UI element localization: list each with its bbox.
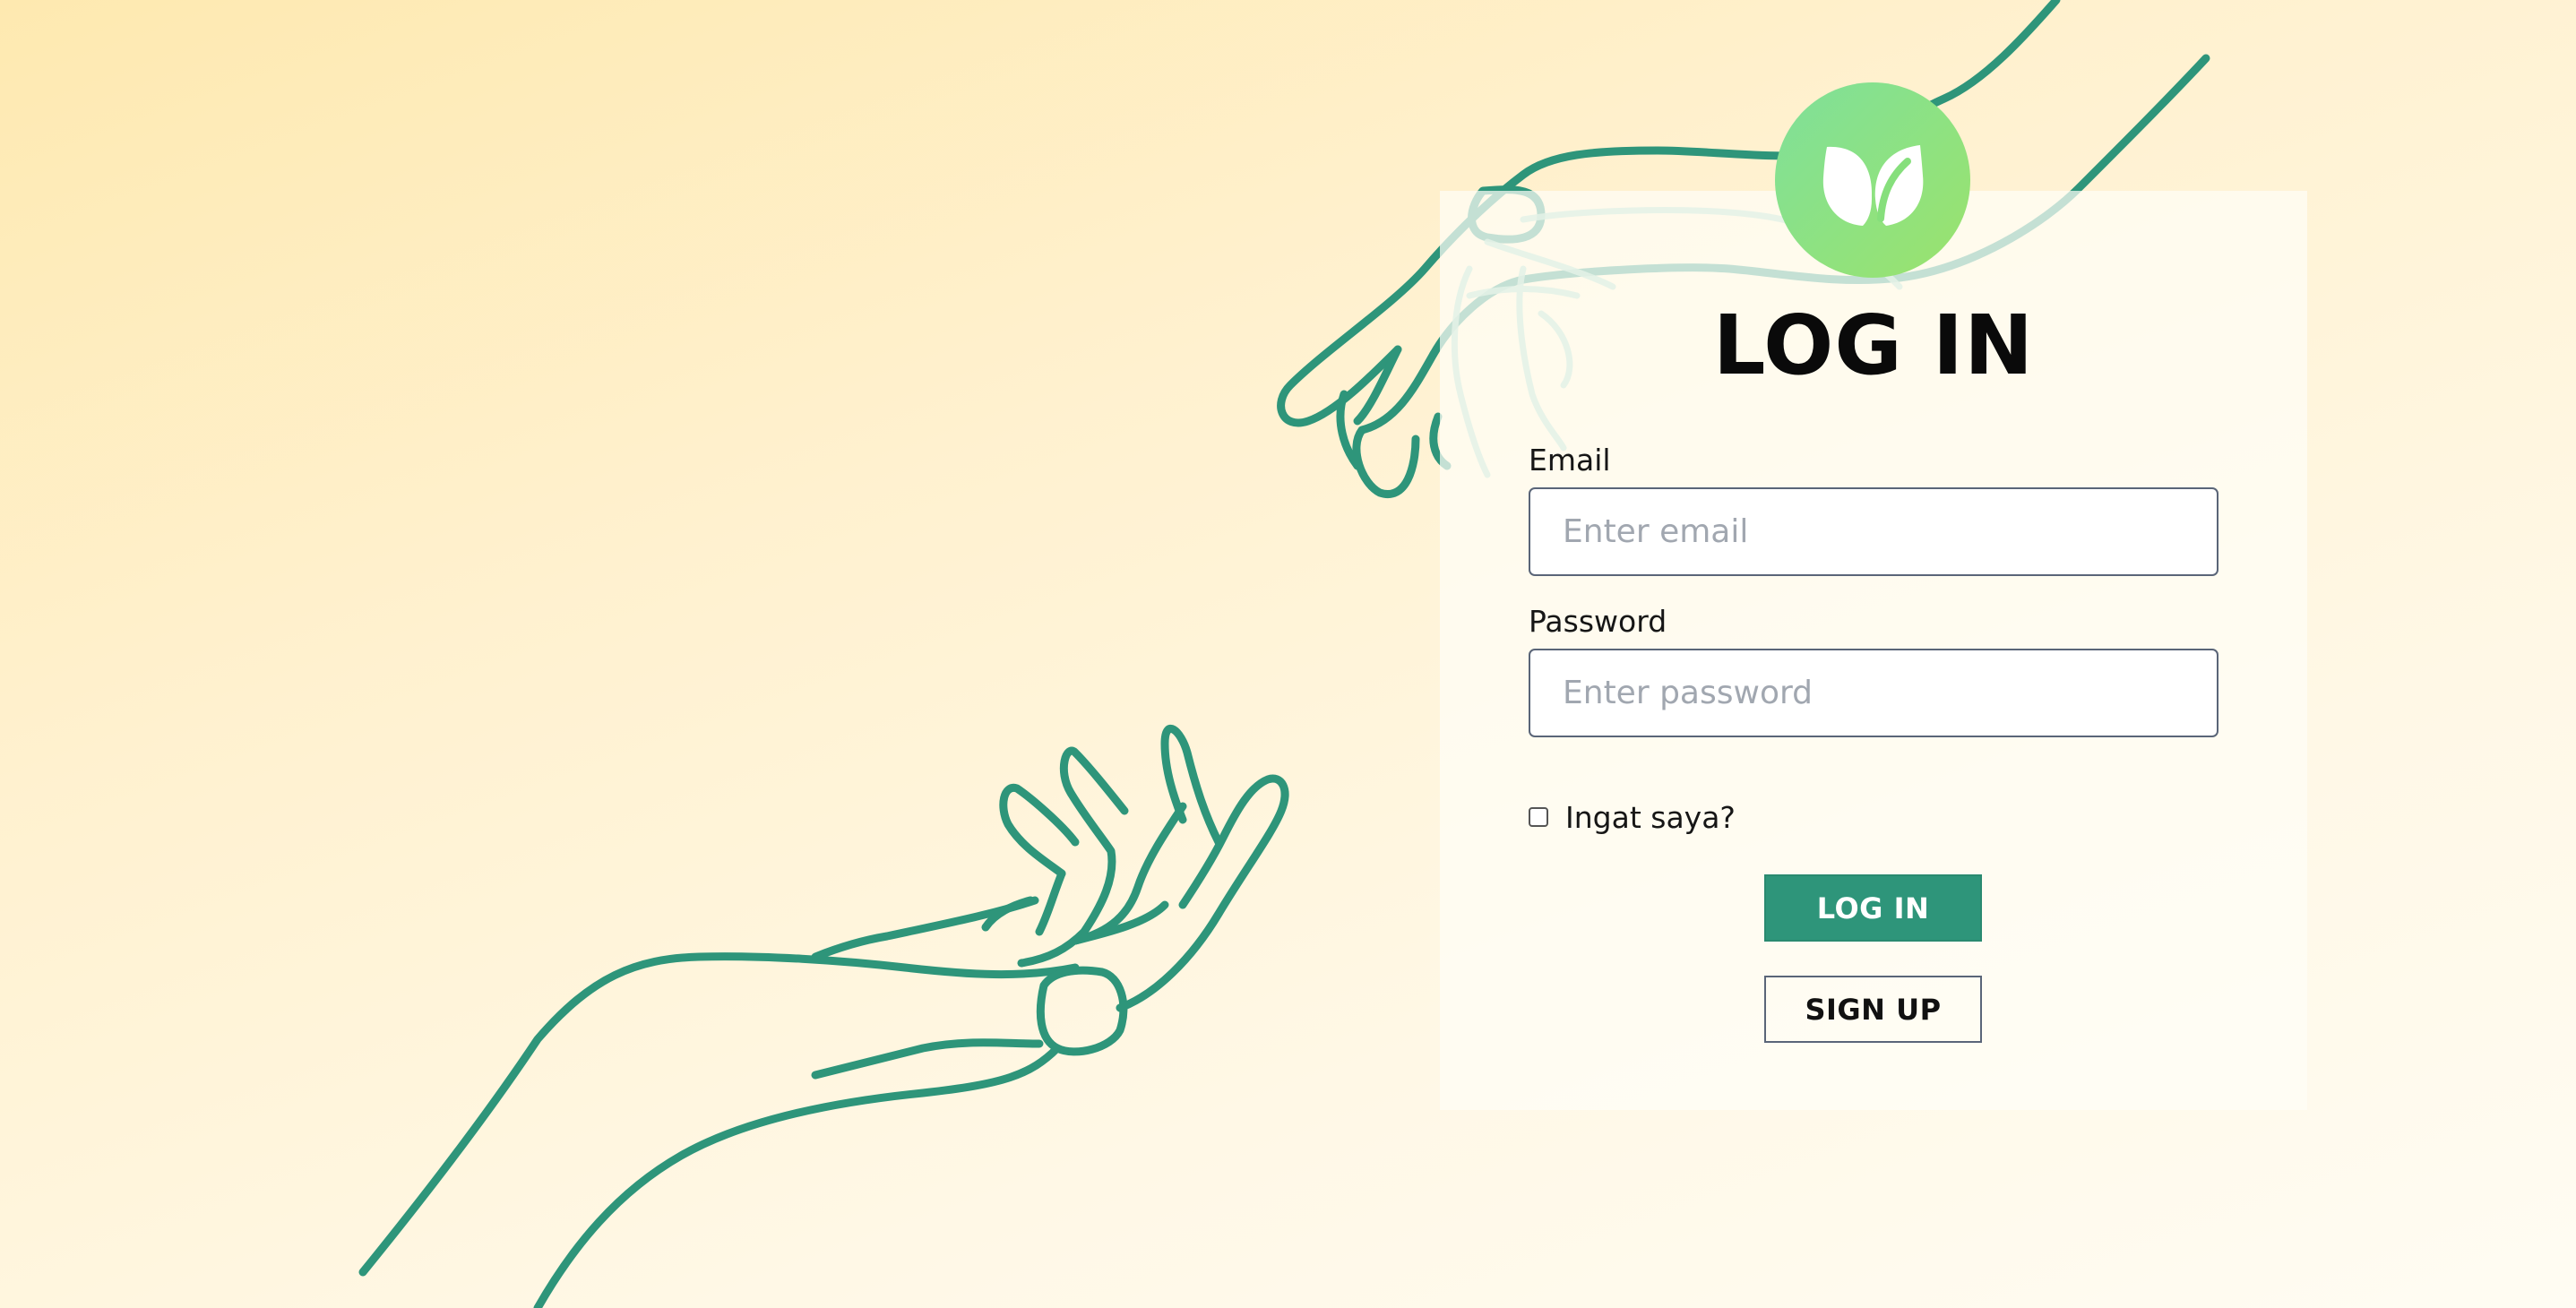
remember-checkbox[interactable] xyxy=(1529,807,1548,827)
leaf-icon xyxy=(1814,122,1931,238)
page-title: LOG IN xyxy=(1712,297,2035,393)
logo xyxy=(1775,82,1970,278)
password-label: Password xyxy=(1529,604,1667,639)
remember-me[interactable]: Ingat saya? xyxy=(1529,799,1736,835)
email-label: Email xyxy=(1529,443,1611,478)
remember-label: Ingat saya? xyxy=(1565,799,1736,835)
password-field[interactable] xyxy=(1529,649,2218,737)
email-field[interactable] xyxy=(1529,487,2218,576)
login-button[interactable]: LOG IN xyxy=(1764,874,1982,942)
signup-button[interactable]: SIGN UP xyxy=(1764,976,1982,1043)
